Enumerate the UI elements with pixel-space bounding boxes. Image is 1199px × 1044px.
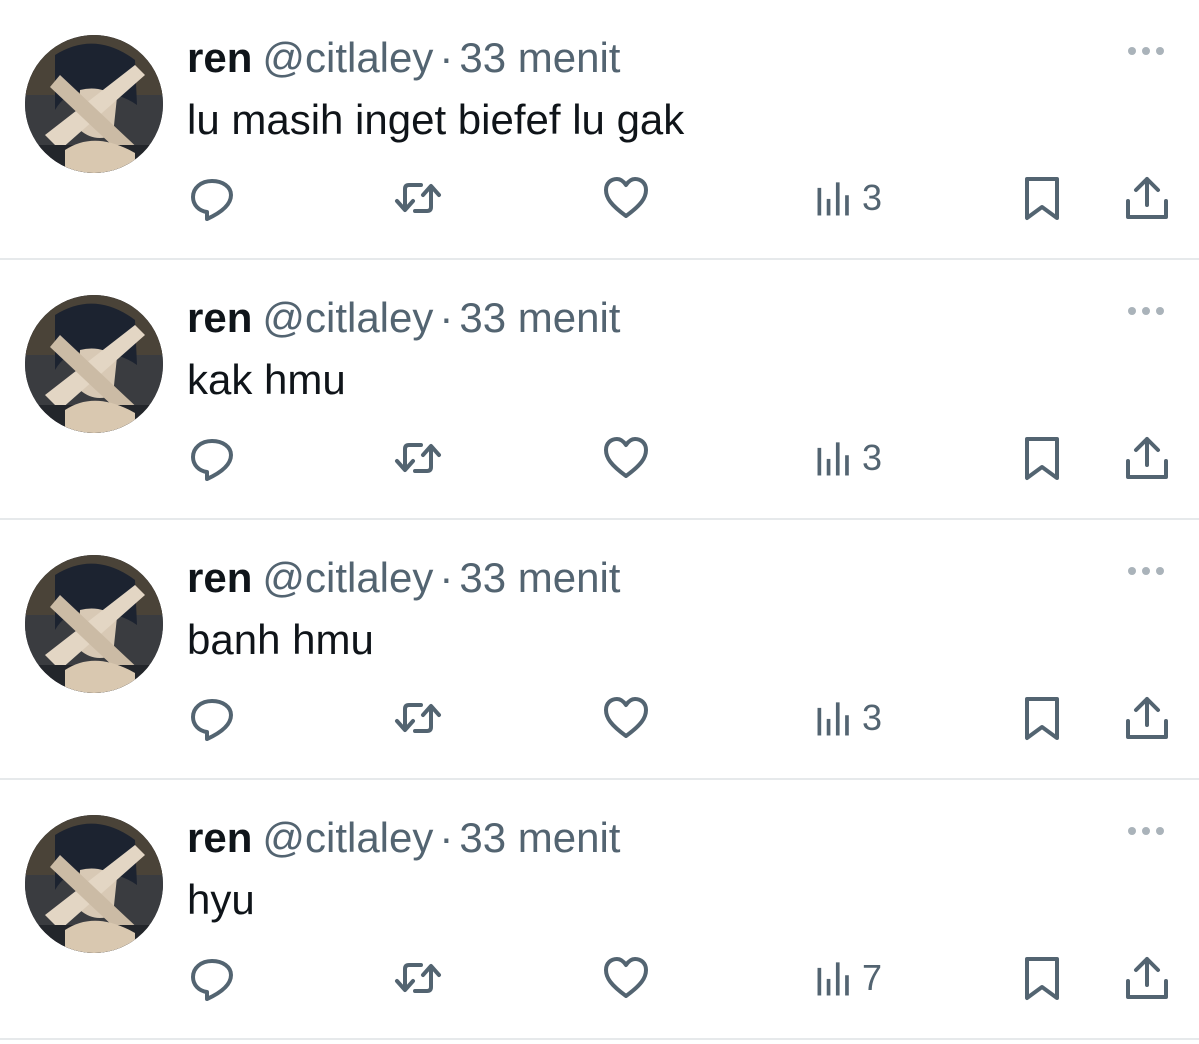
views-button[interactable]: 3 <box>812 430 882 486</box>
separator-dot: · <box>439 294 454 341</box>
avatar[interactable] <box>25 555 163 693</box>
tweet-header: ren @citlaley · 33 menit <box>187 808 620 868</box>
reply-icon <box>191 699 233 741</box>
author-name[interactable]: ren <box>187 294 252 341</box>
share-icon <box>1126 177 1168 219</box>
tweet-text: hyu <box>187 876 255 923</box>
avatar-image <box>25 555 163 693</box>
tweet[interactable]: ren @citlaley · 33 menit kak hmu 3 <box>0 260 1199 520</box>
author-handle[interactable]: @citlaley <box>262 554 433 601</box>
retweet-button[interactable] <box>393 430 443 486</box>
separator-dot: · <box>439 554 454 601</box>
author-handle[interactable]: @citlaley <box>262 34 433 81</box>
divider <box>0 1038 1199 1040</box>
views-bar-chart-icon <box>817 962 849 996</box>
tweet-text: kak hmu <box>187 356 346 403</box>
reply-button[interactable] <box>187 170 237 226</box>
tweet-header: ren @citlaley · 33 menit <box>187 548 620 608</box>
tweet-header: ren @citlaley · 33 menit <box>187 28 620 88</box>
views-count: 3 <box>862 437 883 478</box>
views-bar-chart-icon <box>817 702 849 736</box>
timestamp[interactable]: 33 menit <box>459 554 620 601</box>
timestamp[interactable]: 33 menit <box>459 294 620 341</box>
tweet[interactable]: ren @citlaley · 33 menit hyu 7 <box>0 780 1199 1040</box>
views-count: 7 <box>862 957 883 998</box>
avatar[interactable] <box>25 815 163 953</box>
views-count: 3 <box>862 697 883 738</box>
bookmark-button[interactable] <box>1017 690 1067 746</box>
tweet-header: ren @citlaley · 33 menit <box>187 288 620 348</box>
bookmark-button[interactable] <box>1017 430 1067 486</box>
avatar-image <box>25 815 163 953</box>
retweet-button[interactable] <box>393 170 443 226</box>
heart-icon <box>604 697 648 738</box>
author-name[interactable]: ren <box>187 814 252 861</box>
reply-icon <box>191 179 233 221</box>
share-button[interactable] <box>1122 170 1172 226</box>
reply-icon <box>191 959 233 1001</box>
avatar[interactable] <box>25 295 163 433</box>
author-name[interactable]: ren <box>187 34 252 81</box>
heart-icon <box>604 437 648 478</box>
reply-button[interactable] <box>187 690 237 746</box>
reply-button[interactable] <box>187 430 237 486</box>
views-button[interactable]: 7 <box>812 950 882 1006</box>
retweet-icon <box>395 183 441 213</box>
more-dots-icon[interactable] <box>1122 296 1170 326</box>
like-button[interactable] <box>601 690 651 746</box>
share-icon <box>1126 437 1168 479</box>
author-handle[interactable]: @citlaley <box>262 814 433 861</box>
retweet-button[interactable] <box>393 690 443 746</box>
like-button[interactable] <box>601 170 651 226</box>
share-icon <box>1126 697 1168 739</box>
bookmark-icon <box>1025 697 1059 740</box>
bookmark-button[interactable] <box>1017 950 1067 1006</box>
avatar-image <box>25 35 163 173</box>
heart-icon <box>604 177 648 218</box>
author-name[interactable]: ren <box>187 554 252 601</box>
bookmark-icon <box>1025 177 1059 220</box>
retweet-button[interactable] <box>393 950 443 1006</box>
bookmark-icon <box>1025 957 1059 1000</box>
share-button[interactable] <box>1122 690 1172 746</box>
tweet[interactable]: ren @citlaley · 33 menit lu masih inget bie… <box>0 0 1199 260</box>
tweet-text: banh hmu <box>187 616 374 663</box>
like-button[interactable] <box>601 950 651 1006</box>
heart-icon <box>604 957 648 998</box>
bookmark-icon <box>1025 437 1059 480</box>
author-handle[interactable]: @citlaley <box>262 294 433 341</box>
share-button[interactable] <box>1122 950 1172 1006</box>
retweet-icon <box>395 703 441 733</box>
tweet-text: lu masih inget biefef lu gak <box>187 96 685 143</box>
bookmark-button[interactable] <box>1017 170 1067 226</box>
more-dots-icon[interactable] <box>1122 816 1170 846</box>
like-button[interactable] <box>601 430 651 486</box>
views-button[interactable]: 3 <box>812 170 882 226</box>
tweet[interactable]: ren @citlaley · 33 menit banh hmu 3 <box>0 520 1199 780</box>
avatar-image <box>25 295 163 433</box>
reply-button[interactable] <box>187 950 237 1006</box>
share-icon <box>1126 957 1168 999</box>
timestamp[interactable]: 33 menit <box>459 34 620 81</box>
reply-icon <box>191 439 233 481</box>
share-button[interactable] <box>1122 430 1172 486</box>
views-button[interactable]: 3 <box>812 690 882 746</box>
separator-dot: · <box>439 34 454 81</box>
timestamp[interactable]: 33 menit <box>459 814 620 861</box>
separator-dot: · <box>439 814 454 861</box>
more-dots-icon[interactable] <box>1122 36 1170 66</box>
retweet-icon <box>395 963 441 993</box>
more-dots-icon[interactable] <box>1122 556 1170 586</box>
views-count: 3 <box>862 177 883 218</box>
views-bar-chart-icon <box>817 442 849 476</box>
tweet-feed: ren @citlaley · 33 menit lu masih inget bie… <box>0 0 1199 1044</box>
views-bar-chart-icon <box>817 182 849 216</box>
retweet-icon <box>395 443 441 473</box>
avatar[interactable] <box>25 35 163 173</box>
